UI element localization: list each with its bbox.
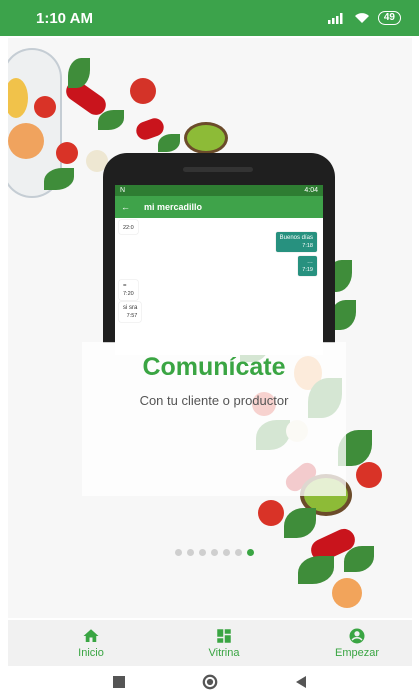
chat-app-bar: ← mi mercadillo: [115, 196, 323, 218]
signal-icon: [327, 12, 343, 24]
page-dot[interactable]: [187, 549, 194, 556]
bottom-navigation: Inicio Vitrina Empezar: [8, 620, 412, 666]
spinach-leaf: [344, 546, 374, 572]
page-indicator[interactable]: [175, 549, 254, 556]
tomato: [356, 462, 382, 488]
page-dot[interactable]: [235, 549, 242, 556]
spinach-leaf: [98, 110, 124, 130]
chat-bubble-in: = 7:20: [119, 280, 138, 300]
spinach-leaf: [158, 134, 180, 152]
triangle-back-icon: [295, 676, 306, 688]
chat-app-title: mi mercadillo: [144, 202, 203, 212]
onboarding-hero: N 4:04 ← mi mercadillo 22:0 Buenos días 7…: [8, 38, 412, 618]
phone-speaker: [183, 167, 253, 172]
page-dot[interactable]: [247, 549, 254, 556]
phone-status-bar: N 4:04: [115, 185, 323, 196]
spinach-leaf: [68, 58, 90, 88]
kiwi: [184, 122, 228, 154]
nav-inicio[interactable]: Inicio: [56, 620, 126, 666]
status-time: 1:10 AM: [36, 9, 93, 27]
chat-bubble-out: … 7:19: [298, 256, 317, 276]
chat-bubble-in: si sra 7:57: [119, 302, 142, 322]
tomato: [258, 500, 284, 526]
page-dot[interactable]: [223, 549, 230, 556]
phone-status-time: 4:04: [304, 187, 318, 194]
nav-empezar-label: Empezar: [334, 647, 380, 659]
home-button[interactable]: [202, 674, 218, 690]
circle-icon: [202, 674, 217, 690]
slide-text-card: Comunícate Con tu cliente o productor: [82, 342, 346, 496]
slide-headline: Comunícate: [142, 353, 286, 381]
nav-inicio-label: Inicio: [78, 647, 104, 659]
nav-empezar[interactable]: Empezar: [322, 620, 392, 666]
status-bar: 1:10 AM 49: [0, 0, 419, 36]
slide-subtitle: Con tu cliente o productor: [139, 393, 289, 408]
spinach-leaf: [284, 508, 316, 538]
phone-screen: N 4:04 ← mi mercadillo 22:0 Buenos días 7…: [115, 185, 323, 355]
page-dot[interactable]: [199, 549, 206, 556]
battery-indicator: 49: [377, 11, 401, 25]
spinach-leaf: [44, 168, 74, 190]
chat-bubble-in: 22:0: [119, 220, 138, 234]
chat-bubble-out: Buenos días 7:18: [275, 232, 317, 252]
notification-n-icon: N: [120, 187, 126, 194]
system-navigation-bar: [0, 670, 419, 694]
square-icon: [112, 676, 125, 688]
chat-messages: 22:0 Buenos días 7:18 … 7:19 = 7:20 si sra 7…: [115, 218, 323, 355]
orange-slice: [8, 123, 44, 159]
tomato: [130, 78, 156, 104]
wifi-icon: [354, 13, 369, 23]
home-icon: [83, 629, 99, 642]
nav-vitrina-label: Vitrina: [208, 647, 240, 659]
status-icons: 49: [327, 11, 401, 25]
nav-vitrina[interactable]: Vitrina: [189, 620, 259, 666]
recents-button[interactable]: [111, 674, 127, 690]
back-arrow-icon: ←: [121, 202, 130, 212]
page-dot[interactable]: [211, 549, 218, 556]
page-dot[interactable]: [175, 549, 182, 556]
account-icon: [349, 628, 365, 644]
phone-mockup: N 4:04 ← mi mercadillo 22:0 Buenos días 7…: [103, 153, 335, 355]
dashboard-icon: [217, 629, 231, 643]
tomato: [56, 142, 78, 164]
orange-slice: [332, 578, 362, 608]
tomato: [34, 96, 56, 118]
spinach-leaf: [298, 556, 334, 584]
back-button[interactable]: [293, 674, 309, 690]
